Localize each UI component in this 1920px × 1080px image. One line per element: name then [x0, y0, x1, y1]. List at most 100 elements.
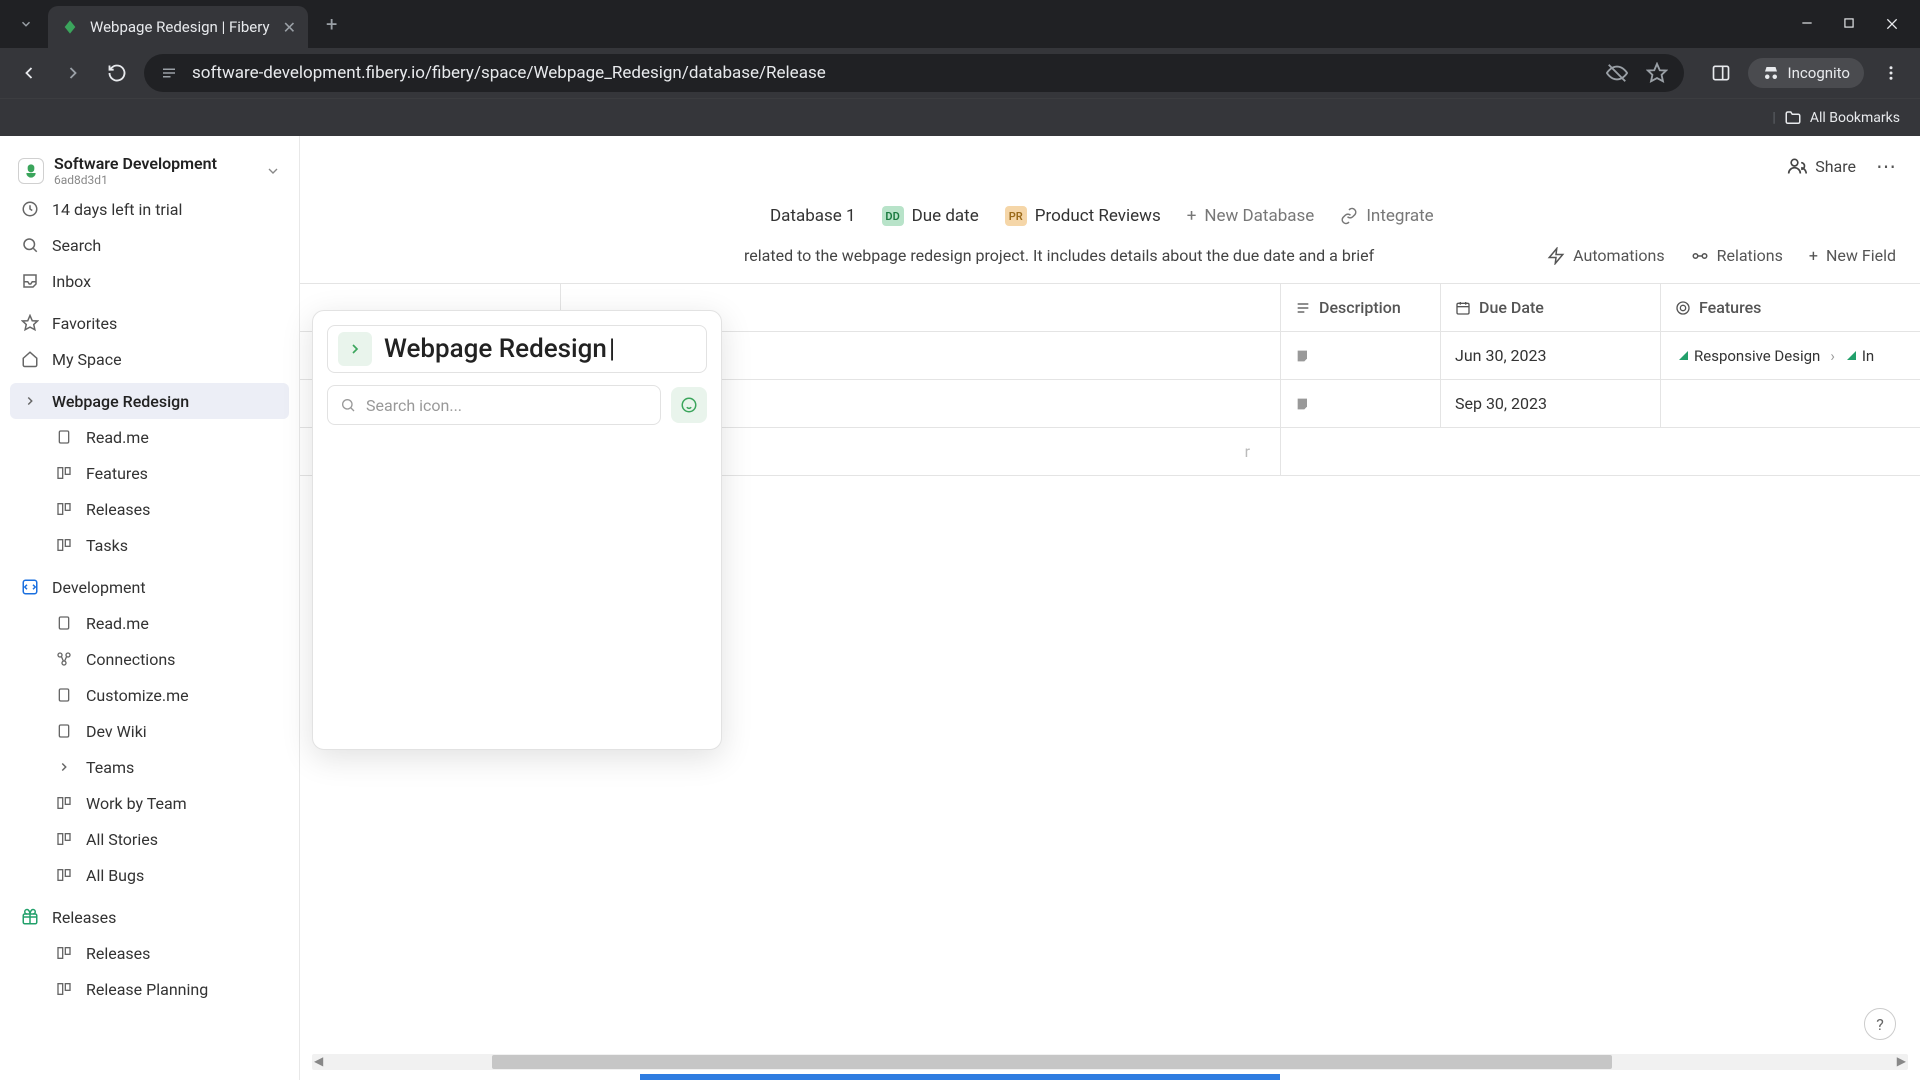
- maximize-icon[interactable]: [1842, 16, 1856, 32]
- sidebar-item-work-by-team[interactable]: Work by Team: [10, 785, 289, 821]
- incognito-chip[interactable]: Incognito: [1748, 58, 1864, 88]
- help-button[interactable]: ?: [1864, 1008, 1896, 1040]
- board-icon: [54, 943, 74, 963]
- sidebar-item-teams[interactable]: Teams: [10, 749, 289, 785]
- eye-off-icon[interactable]: [1606, 62, 1628, 84]
- all-bookmarks-button[interactable]: All Bookmarks: [1810, 110, 1900, 126]
- sidebar-search[interactable]: Search: [10, 227, 289, 263]
- automations-button[interactable]: Automations: [1547, 246, 1664, 265]
- reload-button[interactable]: [100, 56, 134, 90]
- icon-grid: [327, 425, 707, 735]
- icon-search-input[interactable]: Search icon...: [327, 385, 661, 425]
- scroll-left-icon[interactable]: ◀: [314, 1054, 323, 1068]
- workspace-switcher[interactable]: Software Development 6ad8d3d1: [10, 150, 289, 191]
- feature-chip[interactable]: Responsive Design›: [1675, 345, 1839, 367]
- integrate-button[interactable]: Integrate: [1340, 206, 1433, 226]
- new-tab-button[interactable]: +: [326, 12, 337, 36]
- space-name-input[interactable]: Webpage Redesign: [384, 334, 615, 364]
- more-menu-icon[interactable]: ⋯: [1876, 154, 1896, 178]
- doc-icon: [54, 685, 74, 705]
- feature-chip[interactable]: In: [1843, 345, 1878, 367]
- bookmark-star-icon[interactable]: [1646, 62, 1668, 84]
- sidebar-space-development[interactable]: Development: [10, 569, 289, 605]
- browser-menu-icon[interactable]: [1874, 56, 1908, 90]
- chevron-right-icon[interactable]: [54, 757, 74, 777]
- close-window-icon[interactable]: [1884, 16, 1900, 32]
- sidebar-item-release-planning[interactable]: Release Planning: [10, 971, 289, 1007]
- horizontal-scrollbar[interactable]: ◀ ▶: [312, 1054, 1908, 1070]
- sidebar-item-dev-readme[interactable]: Read.me: [10, 605, 289, 641]
- favorites-label: Favorites: [52, 314, 117, 333]
- browser-titlebar: Webpage Redesign | Fibery ✕ +: [0, 0, 1920, 48]
- calendar-icon: [1455, 300, 1471, 316]
- inbox-icon: [20, 271, 40, 291]
- cell-description[interactable]: [1281, 380, 1441, 428]
- address-bar[interactable]: software-development.fibery.io/fibery/sp…: [144, 54, 1684, 92]
- trial-notice[interactable]: 14 days left in trial: [10, 191, 289, 227]
- board-icon: [54, 499, 74, 519]
- plus-icon: +: [1187, 206, 1197, 226]
- database-description: related to the webpage redesign project.…: [744, 246, 1547, 265]
- sidebar-item-devwiki[interactable]: Dev Wiki: [10, 713, 289, 749]
- incognito-label: Incognito: [1788, 64, 1850, 82]
- workspace-name: Software Development: [54, 154, 217, 173]
- tab-search-dropdown[interactable]: [10, 8, 42, 40]
- space-icon-button[interactable]: [338, 332, 372, 366]
- sidebar-space-webpage-redesign[interactable]: Webpage Redesign: [10, 383, 289, 419]
- sidebar-inbox-label: Inbox: [52, 272, 91, 291]
- doc-icon: [54, 427, 74, 447]
- board-icon: [54, 535, 74, 555]
- space-name: Development: [52, 578, 146, 597]
- board-icon: [54, 793, 74, 813]
- share-button[interactable]: Share: [1787, 156, 1856, 176]
- chevron-right-icon[interactable]: [20, 391, 40, 411]
- sidepanel-icon[interactable]: [1704, 56, 1738, 90]
- database-tabs: Database 1 DDDue date PRProduct Reviews …: [300, 196, 1920, 236]
- space-name: Webpage Redesign: [52, 392, 189, 411]
- scroll-right-icon[interactable]: ▶: [1897, 1054, 1906, 1068]
- sidebar-inbox[interactable]: Inbox: [10, 263, 289, 299]
- browser-tab[interactable]: Webpage Redesign | Fibery ✕: [48, 6, 308, 48]
- scrollbar-thumb[interactable]: [492, 1055, 1612, 1069]
- minimize-icon[interactable]: [1800, 16, 1814, 32]
- new-field-button[interactable]: +New Field: [1809, 246, 1896, 265]
- col-features[interactable]: Features: [1661, 284, 1920, 332]
- sidebar-item-features[interactable]: Features: [10, 455, 289, 491]
- sidebar-item-tasks[interactable]: Tasks: [10, 527, 289, 563]
- cell-features[interactable]: [1661, 380, 1920, 428]
- sidebar-space-releases[interactable]: Releases: [10, 899, 289, 935]
- forward-button[interactable]: [56, 56, 90, 90]
- cell-due-date[interactable]: Jun 30, 2023: [1441, 332, 1661, 380]
- chevron-right-icon: ›: [1830, 347, 1835, 365]
- sidebar-item-connections[interactable]: Connections: [10, 641, 289, 677]
- tab-due-date[interactable]: DDDue date: [882, 206, 979, 226]
- loading-indicator: [640, 1074, 1280, 1080]
- col-description[interactable]: Description: [1281, 284, 1441, 332]
- sidebar-item-all-stories[interactable]: All Stories: [10, 821, 289, 857]
- tab-database-1[interactable]: Database 1: [770, 206, 856, 226]
- col-due-date[interactable]: Due Date: [1441, 284, 1661, 332]
- cell-description[interactable]: [1281, 332, 1441, 380]
- sidebar-item-releases[interactable]: Releases: [10, 491, 289, 527]
- sidebar-item-all-bugs[interactable]: All Bugs: [10, 857, 289, 893]
- doc-icon: [54, 721, 74, 741]
- site-info-icon[interactable]: [160, 64, 178, 82]
- url-text: software-development.fibery.io/fibery/sp…: [192, 63, 826, 83]
- incognito-icon: [1762, 64, 1780, 82]
- sidebar-my-space[interactable]: My Space: [10, 341, 289, 377]
- sidebar-item-readme[interactable]: Read.me: [10, 419, 289, 455]
- sidebar-item-releases2[interactable]: Releases: [10, 935, 289, 971]
- dev-icon: [20, 577, 40, 597]
- tab-close-icon[interactable]: ✕: [283, 18, 296, 37]
- new-database-button[interactable]: +New Database: [1187, 206, 1315, 226]
- relations-button[interactable]: Relations: [1691, 246, 1783, 265]
- sidebar-item-customize[interactable]: Customize.me: [10, 677, 289, 713]
- board-icon: [54, 865, 74, 885]
- cell-features[interactable]: Responsive Design› In: [1661, 332, 1920, 380]
- cell-due-date[interactable]: Sep 30, 2023: [1441, 380, 1661, 428]
- back-button[interactable]: [12, 56, 46, 90]
- tab-product-reviews[interactable]: PRProduct Reviews: [1005, 206, 1161, 226]
- board-icon: [54, 463, 74, 483]
- random-icon-button[interactable]: [671, 387, 707, 423]
- sidebar-favorites[interactable]: Favorites: [10, 305, 289, 341]
